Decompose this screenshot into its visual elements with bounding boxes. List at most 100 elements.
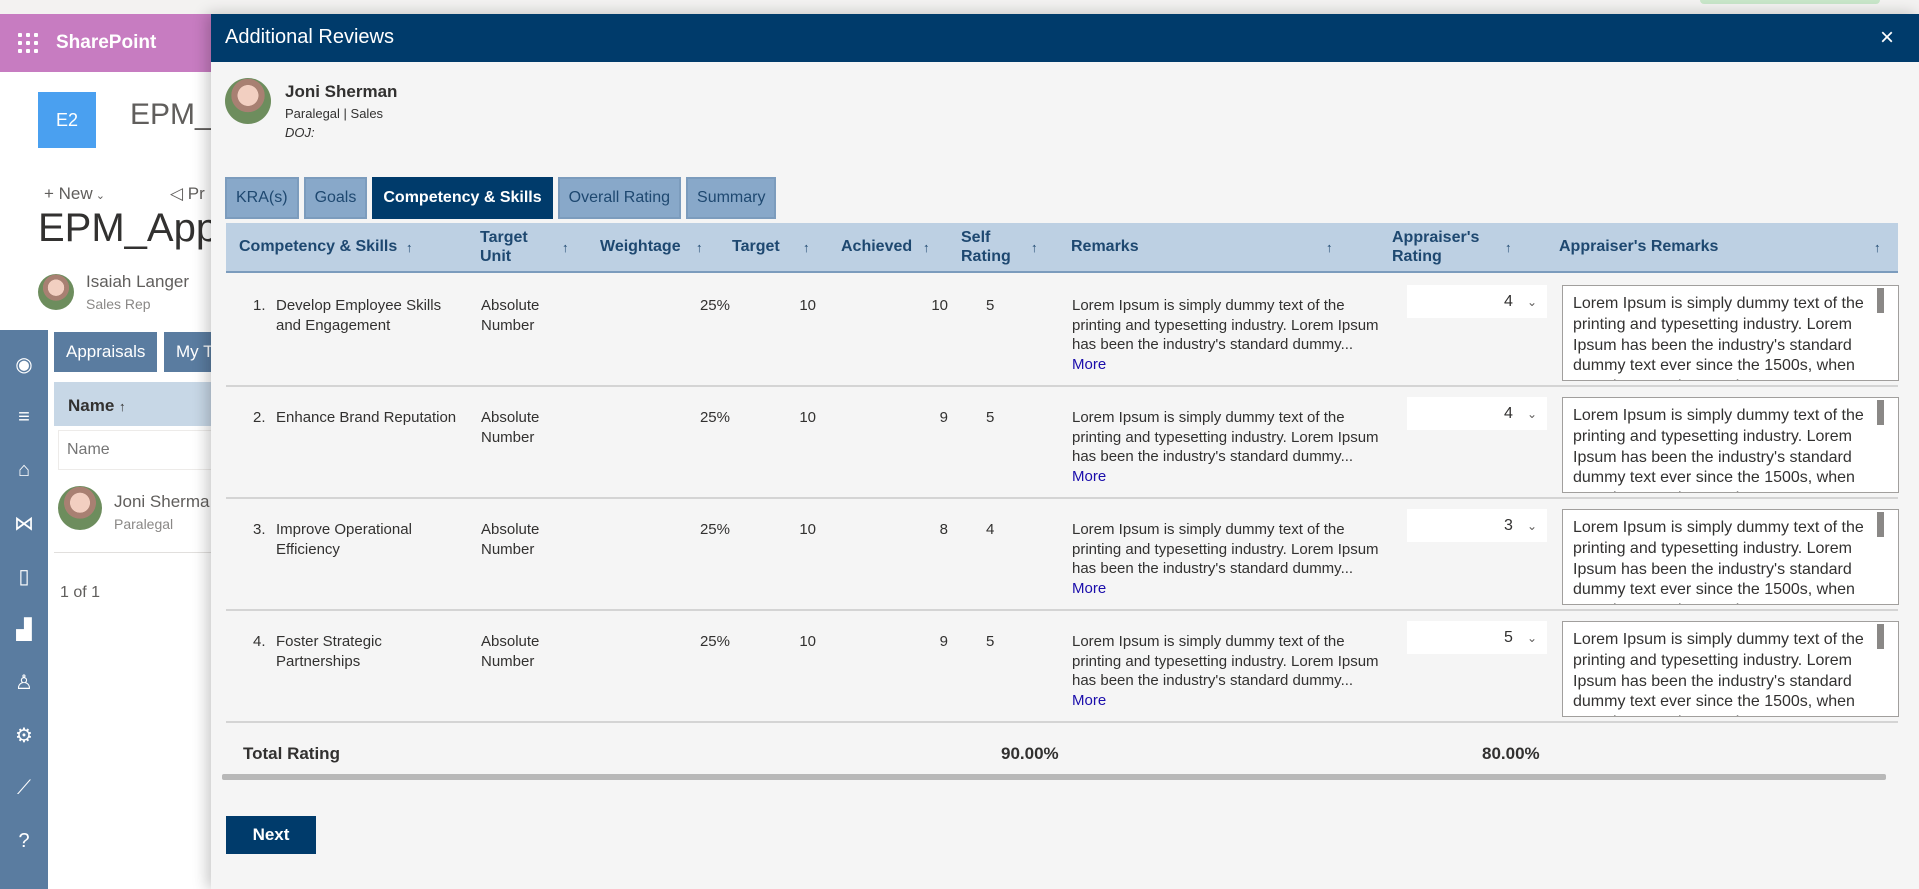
sort-up-icon[interactable]: ↑ xyxy=(1874,240,1881,255)
sort-up-icon[interactable]: ↑ xyxy=(1326,240,1333,255)
total-self-rating: 90.00% xyxy=(1001,744,1059,763)
sort-up-icon[interactable]: ↑ xyxy=(803,240,810,255)
tab-goals[interactable]: Goals xyxy=(303,177,368,219)
home-icon[interactable]: ⌂ xyxy=(10,454,38,487)
row-remarks: Lorem Ipsum is simply dummy text of the … xyxy=(1072,409,1379,485)
appraiser-rating-dropdown[interactable]: 4 ⌄ xyxy=(1407,285,1547,318)
chevron-down-icon: ⌄ xyxy=(1526,406,1537,421)
header-appraiser-remarks[interactable]: Appraiser's Remarks xyxy=(1559,223,1718,271)
sort-up-icon[interactable]: ↑ xyxy=(562,240,569,255)
new-command-button[interactable]: + New ⌄ xyxy=(44,184,105,204)
user-circle-icon[interactable]: ◉ xyxy=(10,348,38,381)
panel-header: Additional Reviews × xyxy=(211,14,1919,62)
tab-competency-skills[interactable]: Competency & Skills xyxy=(372,177,553,219)
gear-icon[interactable]: ⚙ xyxy=(10,719,38,752)
appraiser-remarks-field[interactable]: Lorem Ipsum is simply dummy text of the … xyxy=(1562,509,1899,605)
handshake-icon[interactable]: ⋈ xyxy=(10,507,38,540)
document-icon[interactable]: ▯ xyxy=(10,560,38,593)
appraiser-rating-dropdown[interactable]: 4 ⌄ xyxy=(1407,397,1547,430)
name-filter-input[interactable] xyxy=(58,430,218,470)
megaphone-icon: ◁ xyxy=(170,184,188,203)
row-weightage: 25% xyxy=(699,297,730,314)
user-settings-icon[interactable]: ♙ xyxy=(10,666,38,699)
header-achieved[interactable]: Achieved xyxy=(841,223,912,271)
close-icon[interactable]: × xyxy=(1871,22,1903,54)
scrollbar-thumb[interactable] xyxy=(1877,400,1884,425)
list-name-header[interactable]: Name ↑ xyxy=(54,382,224,426)
row-competency: Develop Employee Skills and Engagement xyxy=(276,297,442,334)
header-competency[interactable]: Competency & Skills xyxy=(239,223,397,271)
horizontal-scrollbar[interactable] xyxy=(222,774,1886,780)
appraiser-remarks-field[interactable]: Lorem Ipsum is simply dummy text of the … xyxy=(1562,285,1899,381)
tab-kras[interactable]: KRA(s) xyxy=(225,177,299,219)
help-icon[interactable]: ? xyxy=(10,825,38,858)
more-link[interactable]: More xyxy=(1072,468,1106,485)
appraiser-remarks-field[interactable]: Lorem Ipsum is simply dummy text of the … xyxy=(1562,621,1899,717)
appraiser-remarks-field[interactable]: Lorem Ipsum is simply dummy text of the … xyxy=(1562,397,1899,493)
sort-up-icon[interactable]: ↑ xyxy=(406,240,413,255)
next-button[interactable]: Next xyxy=(226,816,316,854)
header-remarks[interactable]: Remarks xyxy=(1071,223,1139,271)
tab-appraisals[interactable]: Appraisals xyxy=(54,332,158,372)
chevron-down-icon: ⌄ xyxy=(1526,294,1537,309)
scrollbar-thumb[interactable] xyxy=(1877,288,1884,313)
plus-icon: + xyxy=(44,184,59,203)
employee-role: Paralegal | Sales xyxy=(285,106,384,121)
row-achieved: 9 xyxy=(939,409,948,426)
sort-up-icon: ↑ xyxy=(119,399,126,414)
row-achieved: 9 xyxy=(939,633,948,650)
author-name[interactable]: Isaiah Langer xyxy=(86,272,189,292)
sort-up-icon[interactable]: ↑ xyxy=(696,240,703,255)
row-index: 4. xyxy=(253,633,266,650)
app-launcher-button[interactable] xyxy=(0,33,56,53)
appraiser-rating-dropdown[interactable]: 3 ⌄ xyxy=(1407,509,1547,542)
row-index: 3. xyxy=(253,521,266,538)
row-remarks: Lorem Ipsum is simply dummy text of the … xyxy=(1072,297,1379,373)
header-self-rating[interactable]: Self Rating xyxy=(961,223,1011,271)
row-weightage: 25% xyxy=(699,409,730,426)
tab-overall-rating[interactable]: Overall Rating xyxy=(557,177,682,219)
hamburger-icon[interactable]: ≡ xyxy=(10,401,38,434)
author-block: Isaiah Langer Sales Rep xyxy=(38,272,189,312)
list-item[interactable]: Joni Sherma Paralegal xyxy=(58,486,209,532)
sort-up-icon[interactable]: ↑ xyxy=(923,240,930,255)
page-title: EPM_App xyxy=(38,206,219,250)
analytics-icon[interactable]: ▟ xyxy=(10,613,38,646)
sort-up-icon[interactable]: ↑ xyxy=(1031,240,1038,255)
pager-text: 1 of 1 xyxy=(60,584,101,601)
row-self-rating: 5 xyxy=(986,633,995,650)
header-target[interactable]: Target xyxy=(732,223,780,271)
more-link[interactable]: More xyxy=(1072,692,1106,709)
row-index: 1. xyxy=(253,297,266,314)
scrollbar-thumb[interactable] xyxy=(1877,512,1884,537)
author-avatar xyxy=(38,274,74,310)
scrollbar-thumb[interactable] xyxy=(1877,624,1884,649)
more-link[interactable]: More xyxy=(1072,356,1106,373)
suite-bar: SharePoint xyxy=(0,14,220,72)
list-item-role: Paralegal xyxy=(114,516,174,532)
sort-up-icon[interactable]: ↑ xyxy=(1505,240,1512,255)
more-link[interactable]: More xyxy=(1072,580,1106,597)
suite-brand[interactable]: SharePoint xyxy=(56,32,156,54)
list-item-avatar xyxy=(58,486,102,530)
tab-summary[interactable]: Summary xyxy=(686,177,777,219)
chevron-down-icon: ⌄ xyxy=(1526,518,1537,533)
trend-chart-icon[interactable]: ⟋ xyxy=(10,772,38,805)
site-logo[interactable]: E2 xyxy=(38,92,96,148)
grid-header: Competency & Skills ↑ Target Unit ↑ Weigh… xyxy=(226,223,1898,273)
header-weightage[interactable]: Weightage xyxy=(600,223,681,271)
header-appraiser-rating[interactable]: Appraiser's Rating xyxy=(1392,223,1479,271)
promote-command-button[interactable]: ◁ Pr xyxy=(170,184,205,204)
row-competency: Foster Strategic Partnerships xyxy=(276,633,382,670)
additional-reviews-panel: Additional Reviews × Joni Sherman Parale… xyxy=(211,14,1919,889)
left-rail: ◉ ≡ ⌂ ⋈ ▯ ▟ ♙ ⚙ ⟋ ? xyxy=(0,330,48,889)
row-target-unit: Absolute Number xyxy=(481,633,540,670)
total-appraiser-rating: 80.00% xyxy=(1482,744,1540,763)
row-competency: Improve Operational Efficiency xyxy=(276,521,412,558)
row-target: 10 xyxy=(799,297,816,314)
header-target-unit[interactable]: Target Unit xyxy=(480,223,528,271)
appraiser-rating-dropdown[interactable]: 5 ⌄ xyxy=(1407,621,1547,654)
employee-name: Joni Sherman xyxy=(285,82,398,101)
row-self-rating: 4 xyxy=(986,521,995,538)
employee-card: Joni Sherman Paralegal | Sales DOJ: xyxy=(225,78,397,140)
